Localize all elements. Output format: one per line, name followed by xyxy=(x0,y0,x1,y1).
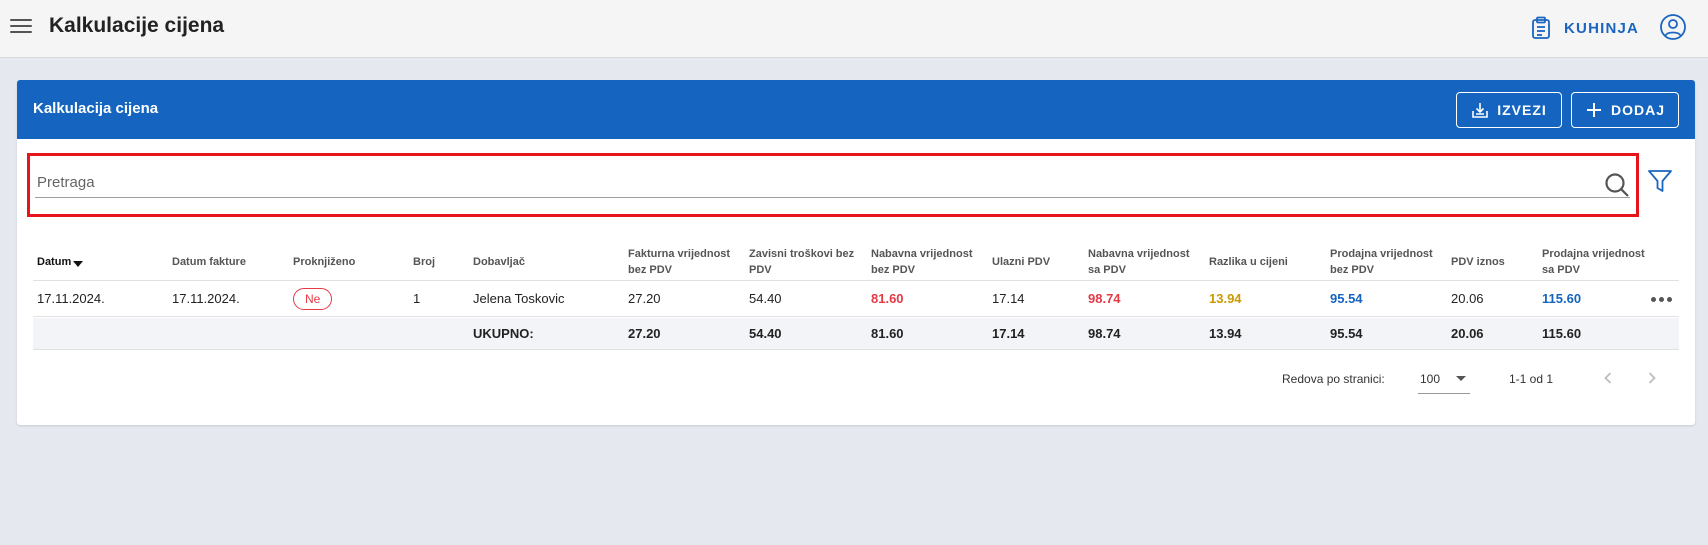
total-prodajna-sa: 115.60 xyxy=(1542,326,1582,341)
total-zavisni: 54.40 xyxy=(749,326,782,341)
column-header-datum[interactable]: Datum xyxy=(37,243,137,281)
column-header-nabavna-bez: Nabavna vrijednost bez PDV xyxy=(871,248,973,276)
add-button[interactable]: DODAJ xyxy=(1571,92,1679,128)
total-ulazni-pdv: 17.14 xyxy=(992,326,1025,341)
top-app-bar: Kalkulacije cijena KUHINJA xyxy=(0,0,1708,58)
rows-per-page-label: Redova po stranici: xyxy=(1282,372,1385,386)
column-header-dobavljac: Dobavljač xyxy=(473,256,525,268)
total-pdv-iznos: 20.06 xyxy=(1451,326,1484,341)
cell-prodajna-sa: 115.60 xyxy=(1542,291,1582,306)
cell-datum: 17.11.2024. xyxy=(37,291,105,306)
status-badge[interactable]: Ne xyxy=(293,287,333,310)
total-nabavna-sa: 98.74 xyxy=(1088,326,1121,341)
pagination: Redova po stranici: 100 1-1 od 1 xyxy=(17,360,1695,396)
cell-prodajna-bez: 95.54 xyxy=(1330,291,1363,306)
total-fakturna: 27.20 xyxy=(628,326,661,341)
caret-down-icon xyxy=(1456,376,1466,381)
cell-pdv-iznos: 20.06 xyxy=(1451,291,1484,306)
column-header-fakturna: Fakturna vrijednost bez PDV xyxy=(628,248,731,276)
rows-per-page-select[interactable]: 100 xyxy=(1418,364,1470,394)
total-label: UKUPNO: xyxy=(473,326,534,341)
total-razlika: 13.94 xyxy=(1209,326,1242,341)
cell-nabavna-bez: 81.60 xyxy=(871,291,904,306)
column-header-prodajna-bez: Prodajna vrijednost bez PDV xyxy=(1330,248,1433,276)
column-header-nabavna-sa: Nabavna vrijednost sa PDV xyxy=(1088,248,1190,276)
search-input[interactable] xyxy=(35,168,1630,198)
column-header-razlika: Razlika u cijeni xyxy=(1209,256,1288,268)
column-header-prodajna-sa: Prodajna vrijednost sa PDV xyxy=(1542,248,1645,276)
filter-icon[interactable] xyxy=(1647,168,1673,194)
clipboard-icon xyxy=(1532,16,1550,39)
table-header: Datum Datum fakture Proknjiženo Broj Dob… xyxy=(33,243,1679,281)
column-header-broj: Broj xyxy=(413,256,435,268)
add-label: DODAJ xyxy=(1610,102,1665,118)
export-label: IZVEZI xyxy=(1497,102,1547,118)
kitchen-label: KUHINJA xyxy=(1564,19,1640,37)
cell-razlika: 13.94 xyxy=(1209,291,1242,306)
card-header: Kalkulacija cijena IZVEZI DODAJ xyxy=(17,80,1695,139)
cell-dobavljac: Jelena Toskovic xyxy=(473,291,565,306)
more-actions-icon[interactable] xyxy=(1651,293,1675,305)
column-header-datum-fakture: Datum fakture xyxy=(172,256,246,268)
menu-icon[interactable] xyxy=(10,15,34,37)
column-header-proknjizeno: Proknjiženo xyxy=(293,256,356,268)
chevron-left-icon[interactable] xyxy=(1600,370,1616,386)
column-header-pdv-iznos: PDV iznos xyxy=(1451,256,1505,268)
rows-per-page-value: 100 xyxy=(1420,371,1441,386)
cell-ulazni-pdv: 17.14 xyxy=(992,291,1025,306)
total-nabavna-bez: 81.60 xyxy=(871,326,904,341)
kitchen-button[interactable]: KUHINJA xyxy=(1530,14,1639,42)
plus-icon xyxy=(1586,103,1601,117)
table-row[interactable]: 17.11.2024. 17.11.2024. Ne 1 Jelena Tosk… xyxy=(33,281,1679,317)
download-icon xyxy=(1472,103,1489,118)
sort-desc-icon xyxy=(73,261,84,267)
cell-proknjizeno: Ne xyxy=(293,281,333,316)
cell-broj: 1 xyxy=(413,291,421,306)
cell-fakturna: 27.20 xyxy=(628,291,661,306)
chevron-right-icon[interactable] xyxy=(1644,370,1660,386)
cell-nabavna-sa: 98.74 xyxy=(1088,291,1121,306)
table-total-row: UKUPNO: 27.20 54.40 81.60 17.14 98.74 13… xyxy=(33,318,1679,350)
price-calculation-card: Kalkulacija cijena IZVEZI DODAJ Pretraga… xyxy=(17,80,1695,425)
cell-datum-fakture: 17.11.2024. xyxy=(172,291,240,306)
search-icon[interactable] xyxy=(1604,172,1630,198)
total-prodajna-bez: 95.54 xyxy=(1330,326,1363,341)
search-box xyxy=(27,153,1639,217)
cell-zavisni: 54.40 xyxy=(749,291,782,306)
export-button[interactable]: IZVEZI xyxy=(1456,92,1562,128)
page-range: 1-1 od 1 xyxy=(1509,372,1554,386)
page-title: Kalkulacije cijena xyxy=(49,14,225,37)
column-header-ulazni-pdv: Ulazni PDV xyxy=(992,256,1051,268)
column-header-zavisni: Zavisni troškovi bez PDV xyxy=(749,248,855,276)
user-icon[interactable] xyxy=(1659,13,1687,41)
card-title: Kalkulacija cijena xyxy=(33,100,159,117)
